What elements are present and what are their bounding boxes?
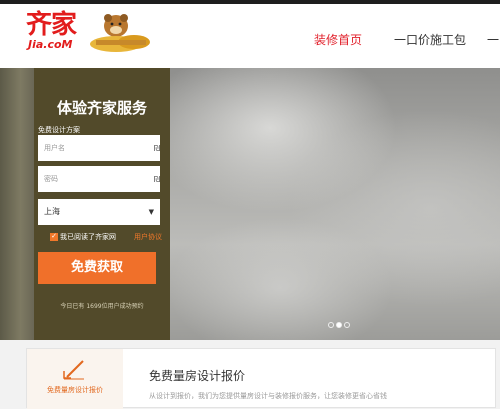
input-badge-icon: ₪: [153, 144, 161, 153]
input-badge-icon: ₪: [153, 175, 161, 184]
service-card: 免费量房设计报价 免费量房设计报价 从设计到报价，我们为您提供量房设计与装修报价…: [26, 348, 496, 409]
signup-form-panel: 体验齐家服务 免费设计方案 用户名 ₪ 密码 ₪ 上海 ▼ ✓ 我已阅读了齐家网…: [34, 68, 170, 340]
city-select[interactable]: 上海 ▼: [38, 199, 160, 225]
service-card-title: 免费量房设计报价: [149, 369, 246, 383]
pen-ruler-icon: [63, 360, 84, 380]
form-subtitle: 免费设计方案: [38, 126, 80, 134]
logo-chinese: 齐家: [26, 10, 77, 40]
agree-checkbox[interactable]: ✓: [50, 232, 58, 241]
agree-text: 我已阅读了齐家网: [60, 233, 116, 241]
user-agreement-link[interactable]: 用户协议: [134, 232, 162, 242]
nav-item-truncated[interactable]: 一: [487, 28, 499, 52]
mascot-icon: [90, 14, 150, 52]
dropdown-arrow-icon: ▼: [148, 208, 154, 216]
username-placeholder: 用户名: [44, 144, 65, 152]
check-icon: ✓: [51, 232, 57, 240]
service-card-description: 从设计到报价，我们为您提供量房设计与装修报价服务，让您装修更省心省钱: [149, 392, 387, 399]
service-tab[interactable]: 免费量房设计报价: [27, 349, 123, 409]
carousel-dot-1[interactable]: [328, 322, 334, 328]
city-selected-value: 上海: [44, 207, 60, 216]
free-get-button[interactable]: 免费获取: [38, 252, 156, 284]
mascot-image: [86, 10, 156, 54]
site-logo[interactable]: 齐家 Jia.coM: [26, 10, 88, 54]
nav-fixed-price-package[interactable]: 一口价施工包: [394, 28, 466, 52]
service-tab-label: 免费量房设计报价: [47, 386, 103, 394]
carousel-dot-3[interactable]: [344, 322, 350, 328]
carousel-dot-2[interactable]: [336, 322, 342, 328]
password-placeholder: 密码: [44, 175, 58, 183]
banner-left-edge: [0, 68, 34, 340]
logo-english: Jia.coM: [28, 38, 73, 51]
nav-home-decoration[interactable]: 装修首页: [314, 28, 362, 52]
booking-count-text: 今日已有 1699位用户成功预约: [60, 303, 144, 310]
username-input[interactable]: 用户名 ₪: [38, 135, 160, 161]
site-header: 齐家 Jia.coM 装修首页 一口价施工包 一: [0, 4, 500, 69]
form-title: 体验齐家服务: [56, 99, 147, 117]
password-input[interactable]: 密码 ₪: [38, 166, 160, 192]
